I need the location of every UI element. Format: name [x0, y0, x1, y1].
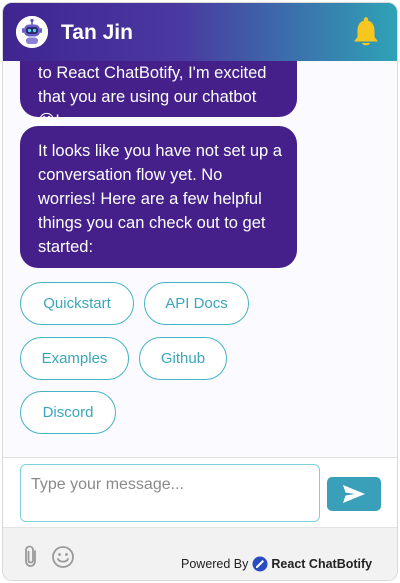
bot-avatar	[16, 16, 48, 48]
message-input[interactable]: Type your message...	[20, 464, 320, 522]
attach-button[interactable]	[21, 545, 41, 569]
notification-button[interactable]	[351, 16, 381, 48]
smiley-icon	[52, 546, 74, 568]
option-quickstart[interactable]: Quickstart	[20, 282, 134, 325]
bot-message-bubble: It looks like you have not set up a conv…	[20, 126, 297, 268]
send-icon	[343, 485, 365, 503]
message-line: conversation flow yet. No	[38, 166, 223, 184]
message-line: It looks like you have not set up a	[38, 142, 282, 160]
header-title: Tan Jin	[61, 21, 133, 44]
bell-icon	[354, 17, 378, 46]
option-github[interactable]: Github	[139, 337, 227, 380]
bot-message-bubble: to React ChatBotify, I'm excited that yo…	[20, 61, 297, 130]
option-api-docs[interactable]: API Docs	[144, 282, 249, 325]
chat-header: Tan Jin	[3, 3, 397, 61]
emoji-button[interactable]	[51, 545, 75, 569]
option-discord[interactable]: Discord	[20, 391, 116, 434]
chat-body[interactable]: to React ChatBotify, I'm excited that yo…	[3, 61, 397, 457]
brand-link[interactable]: React ChatBotify	[271, 557, 372, 571]
paperclip-icon	[25, 545, 36, 567]
message-line: worries! Here are a few helpful	[38, 190, 262, 208]
powered-by-label: Powered By	[181, 557, 249, 571]
option-examples[interactable]: Examples	[20, 337, 129, 380]
robot-icon	[16, 16, 48, 48]
message-line: things you can check out to get	[38, 214, 266, 232]
chat-window: Tan Jin to React ChatBotify, I'm excited…	[2, 2, 398, 581]
send-button[interactable]	[327, 477, 381, 511]
react-chatbotify-logo-icon	[252, 556, 268, 572]
input-row: Type your message...	[3, 457, 397, 527]
chat-footer: Powered By React ChatBotify	[3, 527, 397, 580]
message-line: started:	[38, 238, 94, 256]
message-line: to React ChatBotify, I'm excited	[38, 64, 267, 82]
powered-by: Powered By React ChatBotify	[181, 556, 372, 572]
